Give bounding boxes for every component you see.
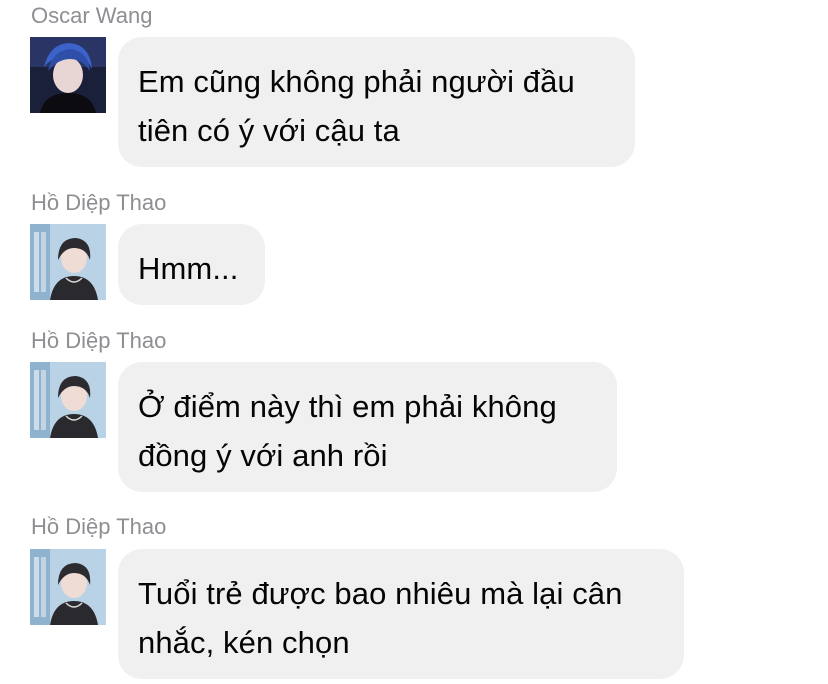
avatar[interactable]: [30, 37, 106, 113]
sender-name: Hồ Diệp Thao: [31, 190, 167, 215]
message-text: đồng ý với anh rồi: [138, 438, 388, 473]
ho-diep-thao-avatar: [30, 224, 106, 300]
oscar-wang-avatar: [30, 37, 106, 113]
message-bubble[interactable]: Hmm...: [118, 224, 265, 305]
avatar[interactable]: [30, 549, 106, 625]
message-text: Tuổi trẻ được bao nhiêu mà lại cân: [138, 576, 623, 611]
sender-name: Hồ Diệp Thao: [31, 514, 167, 539]
avatar[interactable]: [30, 362, 106, 438]
message-bubble[interactable]: Ở điểm này thì em phải không đồng ý với …: [118, 362, 617, 492]
chat-thread: Oscar Wang Em cũng không phải người đầu …: [0, 0, 828, 684]
ho-diep-thao-avatar: [30, 549, 106, 625]
sender-name: Hồ Diệp Thao: [31, 328, 167, 353]
message-text: Ở điểm này thì em phải không: [138, 389, 557, 424]
ho-diep-thao-avatar: [30, 362, 106, 438]
message-text: Hmm...: [138, 251, 239, 286]
message-bubble[interactable]: Tuổi trẻ được bao nhiêu mà lại cân nhắc,…: [118, 549, 684, 679]
message-text: tiên có ý với cậu ta: [138, 113, 400, 148]
avatar[interactable]: [30, 224, 106, 300]
sender-name: Oscar Wang: [31, 3, 153, 28]
message-text: nhắc, kén chọn: [138, 625, 350, 660]
message-bubble[interactable]: Em cũng không phải người đầu tiên có ý v…: [118, 37, 635, 167]
message-text: Em cũng không phải người đầu: [138, 64, 575, 99]
